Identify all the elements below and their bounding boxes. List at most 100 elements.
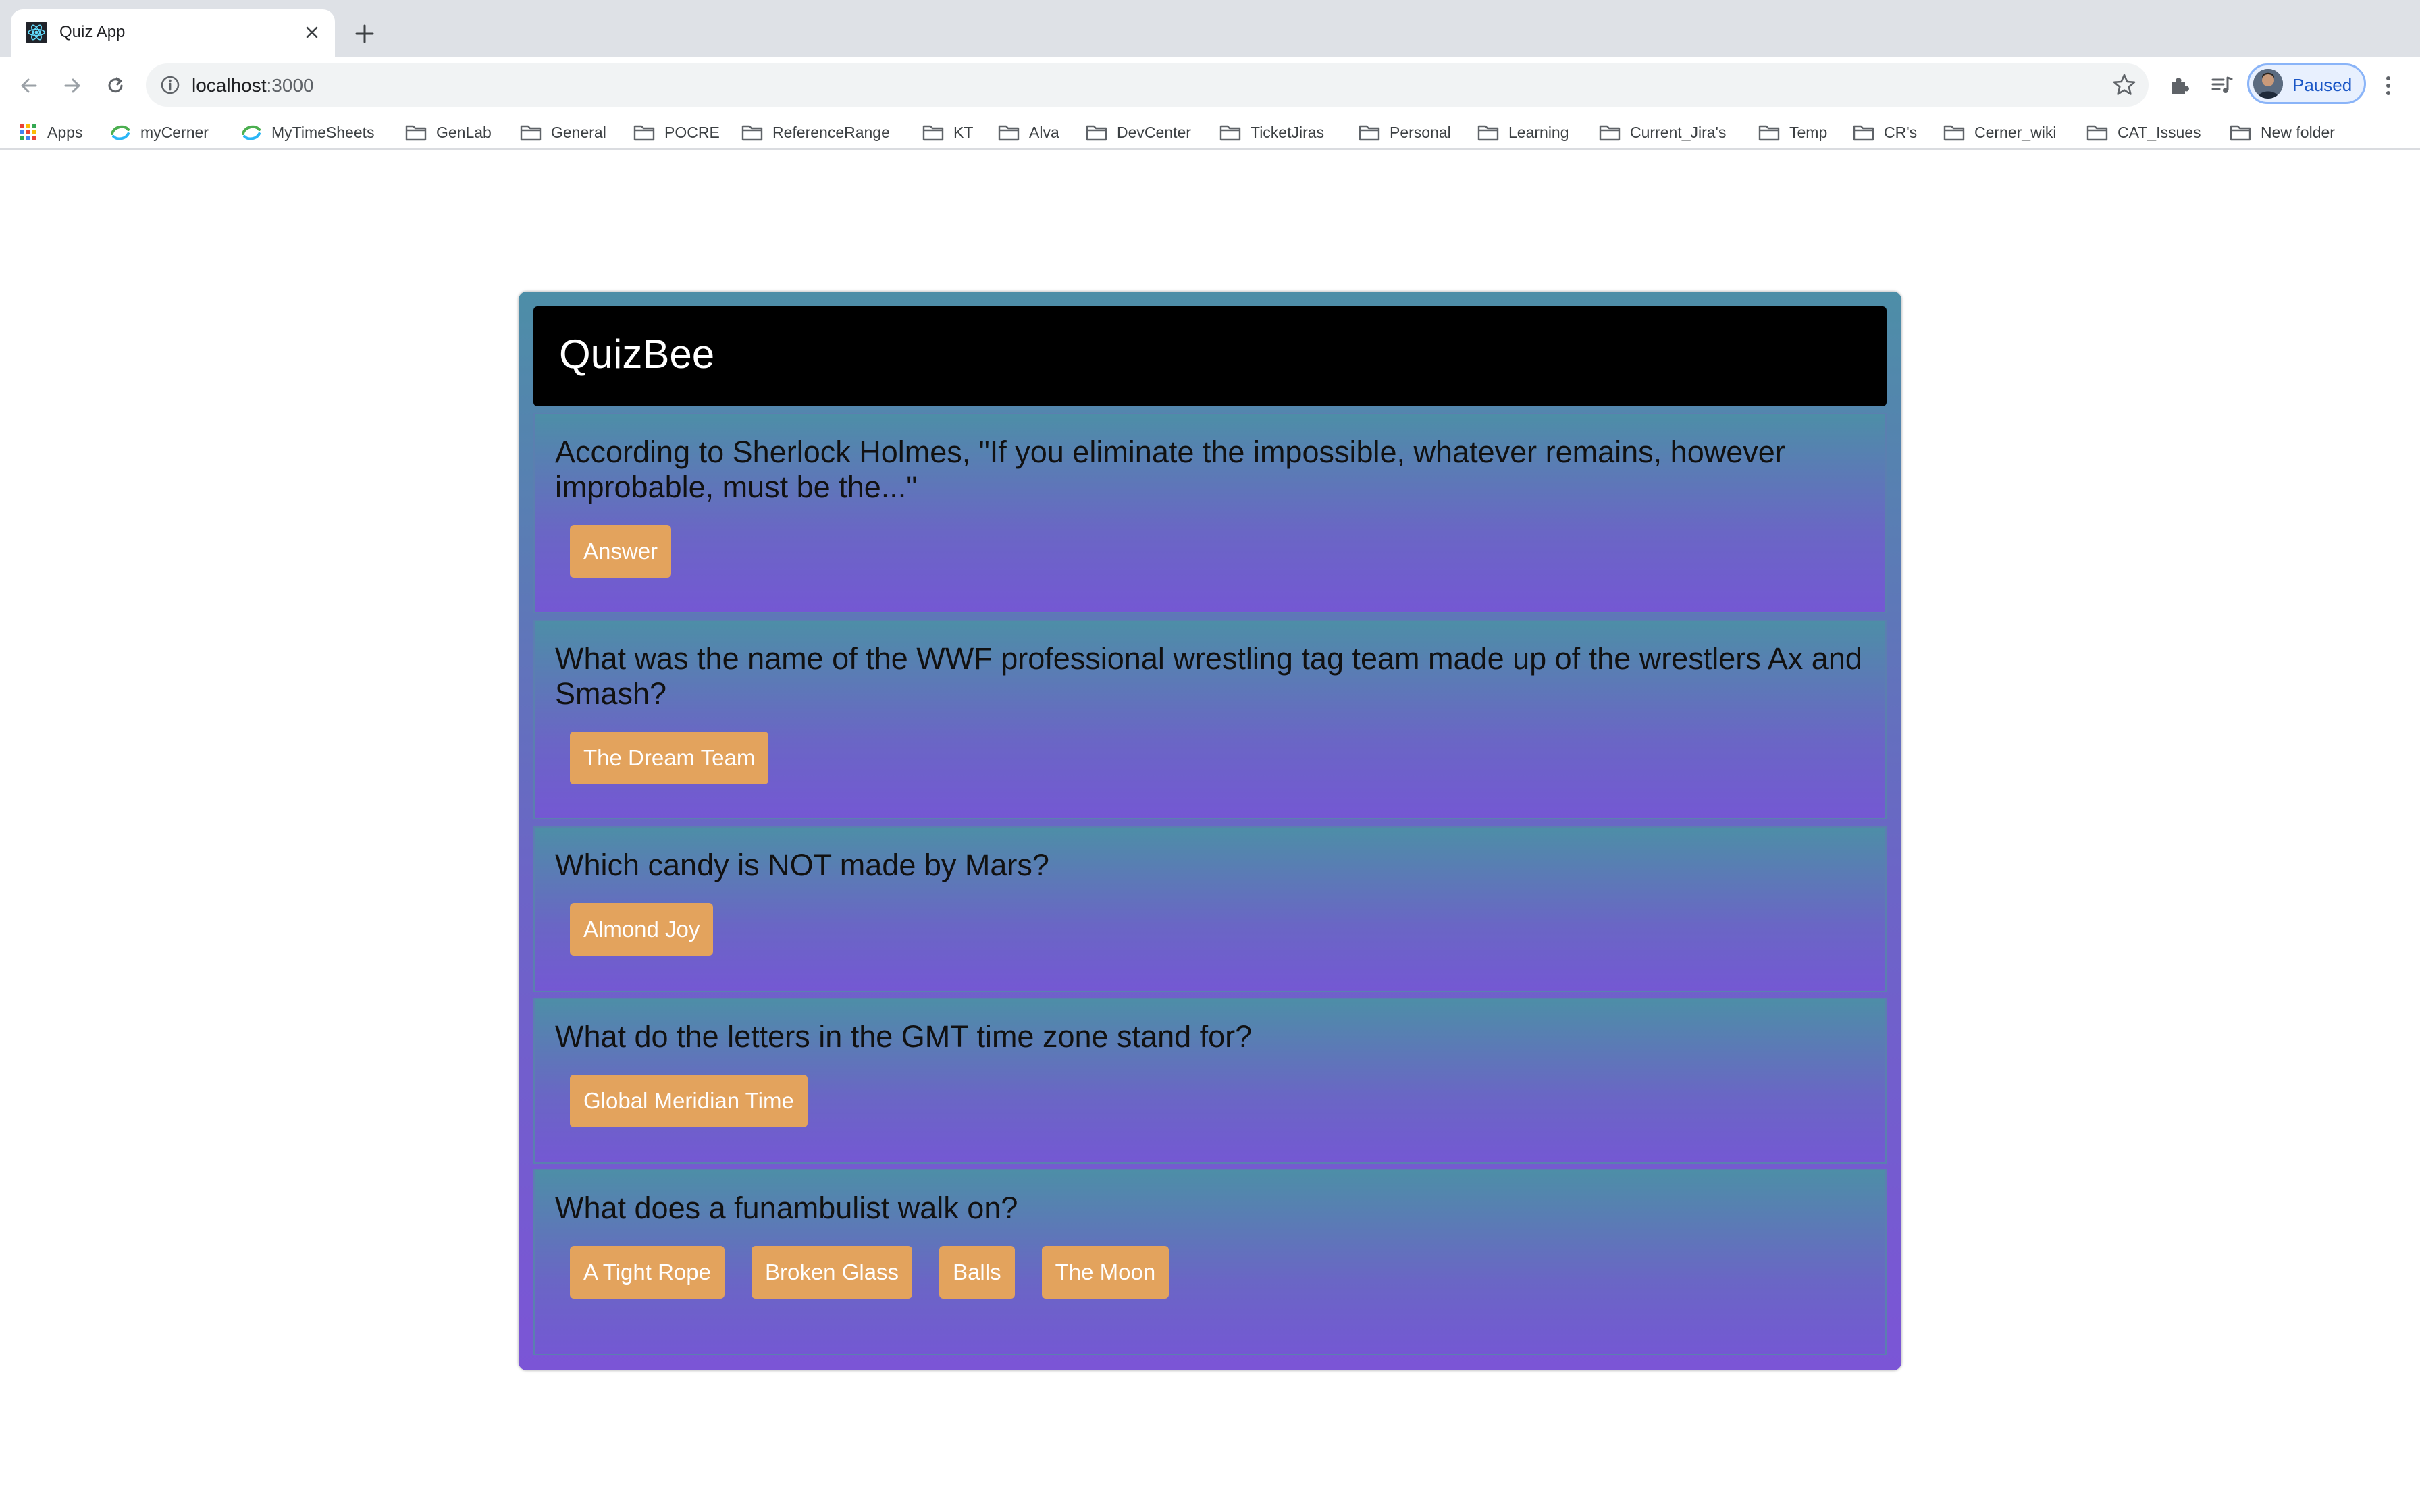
reload-icon[interactable]: [99, 69, 132, 103]
folder-icon: [1758, 124, 1789, 141]
new-tab-icon[interactable]: [348, 18, 381, 50]
profile-button[interactable]: Paused: [2247, 63, 2366, 104]
answer-button[interactable]: Balls: [939, 1246, 1015, 1299]
bookmark-item[interactable]: KT: [922, 122, 973, 143]
bookmark-label: Personal: [1390, 123, 1451, 141]
question-text: Which candy is NOT made by Mars?: [555, 848, 1049, 882]
profile-status-label: Paused: [2292, 75, 2352, 95]
more-menu-icon[interactable]: [2373, 70, 2404, 101]
app-header: QuizBee: [533, 306, 1887, 406]
bookmark-label: Learning: [1508, 123, 1569, 141]
question-text: What was the name of the WWF professiona…: [555, 641, 1862, 711]
answer-button[interactable]: Global Meridian Time: [570, 1075, 808, 1127]
bookmark-item[interactable]: POCRE: [633, 122, 720, 143]
url-port: :3000: [266, 75, 314, 96]
bookmark-label: New folder: [2261, 123, 2335, 141]
bookmark-item[interactable]: Learning: [1477, 122, 1569, 143]
folder-icon: [1943, 124, 1974, 141]
media-queue-icon[interactable]: [2207, 70, 2238, 101]
bookmark-label: Current_Jira's: [1630, 123, 1727, 141]
quiz-container: QuizBee According to Sherlock Holmes, "I…: [519, 292, 1901, 1370]
folder-icon: [741, 124, 772, 141]
tab-title: Quiz App: [59, 23, 126, 41]
folder-icon: [1219, 124, 1251, 141]
bookmark-item[interactable]: DevCenter: [1086, 122, 1191, 143]
site-icon: [240, 123, 271, 142]
bookmark-item[interactable]: MyTimeSheets: [240, 122, 375, 143]
question-card: What was the name of the WWF professiona…: [533, 620, 1887, 819]
bookmark-label: Cerner_wiki: [1974, 123, 2057, 141]
bookmark-item[interactable]: CAT_Issues: [2086, 122, 2201, 143]
question-card: According to Sherlock Holmes, "If you el…: [533, 413, 1887, 613]
avatar: [2253, 69, 2283, 99]
bookmark-item[interactable]: Cerner_wiki: [1943, 122, 2056, 143]
folder-icon: [2086, 124, 2118, 141]
answer-button[interactable]: The Dream Team: [570, 732, 769, 784]
forward-arrow-icon[interactable]: [55, 69, 89, 103]
url-text: localhost:3000: [192, 75, 314, 97]
answer-options: Almond Joy: [570, 903, 714, 956]
question-card: What do the letters in the GMT time zone…: [533, 998, 1887, 1164]
folder-icon: [405, 124, 436, 141]
bookmark-label: CR's: [1884, 123, 1918, 141]
answer-button[interactable]: Almond Joy: [570, 903, 714, 956]
info-icon[interactable]: [159, 74, 181, 96]
address-bar[interactable]: localhost:3000: [146, 63, 2149, 107]
bookmark-label: General: [551, 123, 606, 141]
question-card: Which candy is NOT made by Mars? Almond J…: [533, 826, 1887, 992]
bookmark-item[interactable]: New folder: [2230, 122, 2335, 143]
bookmark-label: GenLab: [436, 123, 492, 141]
bookmark-item[interactable]: Apps: [19, 122, 82, 143]
bookmark-label: myCerner: [140, 123, 209, 141]
folder-icon: [1477, 124, 1508, 141]
folder-icon: [1086, 124, 1117, 141]
bookmark-label: DevCenter: [1117, 123, 1191, 141]
folder-icon: [520, 124, 551, 141]
bookmark-item[interactable]: ReferenceRange: [741, 122, 890, 143]
answer-button[interactable]: A Tight Rope: [570, 1246, 725, 1299]
bookmark-item[interactable]: Personal: [1359, 122, 1451, 143]
bookmark-item[interactable]: TicketJiras: [1219, 122, 1324, 143]
folder-icon: [2230, 124, 2261, 141]
question-text: What do the letters in the GMT time zone…: [555, 1019, 1253, 1054]
folder-icon: [922, 124, 953, 141]
answer-options: A Tight Rope Broken Glass Balls The Moon: [570, 1246, 1169, 1299]
bookmark-item[interactable]: GenLab: [405, 122, 492, 143]
bookmark-label: KT: [953, 123, 974, 141]
bookmark-item[interactable]: CR's: [1853, 122, 1917, 143]
react-favicon-icon: [26, 22, 47, 43]
bookmark-item[interactable]: Alva: [998, 122, 1059, 143]
extensions-puzzle-icon[interactable]: [2163, 70, 2194, 101]
bookmark-label: Alva: [1029, 123, 1059, 141]
question-text: According to Sherlock Holmes, "If you el…: [555, 435, 1785, 504]
bookmark-label: MyTimeSheets: [271, 123, 375, 141]
bookmark-item[interactable]: Temp: [1758, 122, 1827, 143]
answer-button[interactable]: Answer: [570, 525, 672, 578]
bookmark-label: Apps: [47, 123, 83, 141]
bookmarks-bar: Apps myCerner MyTimeSheets GenLab General POC…: [0, 115, 2420, 150]
folder-icon: [998, 124, 1029, 141]
bookmark-label: Temp: [1789, 123, 1828, 141]
bookmark-item[interactable]: Current_Jira's: [1599, 122, 1726, 143]
url-host: localhost: [192, 75, 267, 96]
back-arrow-icon[interactable]: [12, 69, 46, 103]
browser-toolbar: localhost:3000 Paused: [0, 57, 2420, 115]
answer-button[interactable]: Broken Glass: [751, 1246, 913, 1299]
answer-button[interactable]: The Moon: [1041, 1246, 1169, 1299]
folder-icon: [1853, 124, 1884, 141]
question-text: What does a funambulist walk on?: [555, 1191, 1018, 1225]
tab-quiz-app[interactable]: Quiz App: [11, 9, 335, 57]
close-tab-icon[interactable]: [298, 19, 325, 46]
tab-strip: Quiz App: [0, 0, 2420, 57]
bookmark-star-icon[interactable]: [2111, 72, 2138, 99]
bookmark-label: CAT_Issues: [2118, 123, 2201, 141]
app-title: QuizBee: [559, 331, 715, 377]
answer-options: The Dream Team: [570, 732, 769, 784]
bookmark-label: POCRE: [664, 123, 720, 141]
bookmark-item[interactable]: General: [520, 122, 606, 143]
answer-options: Global Meridian Time: [570, 1075, 808, 1127]
bookmark-label: TicketJiras: [1251, 123, 1325, 141]
answer-options: Answer: [570, 525, 672, 578]
bookmark-item[interactable]: myCerner: [109, 122, 209, 143]
bookmark-label: ReferenceRange: [772, 123, 890, 141]
